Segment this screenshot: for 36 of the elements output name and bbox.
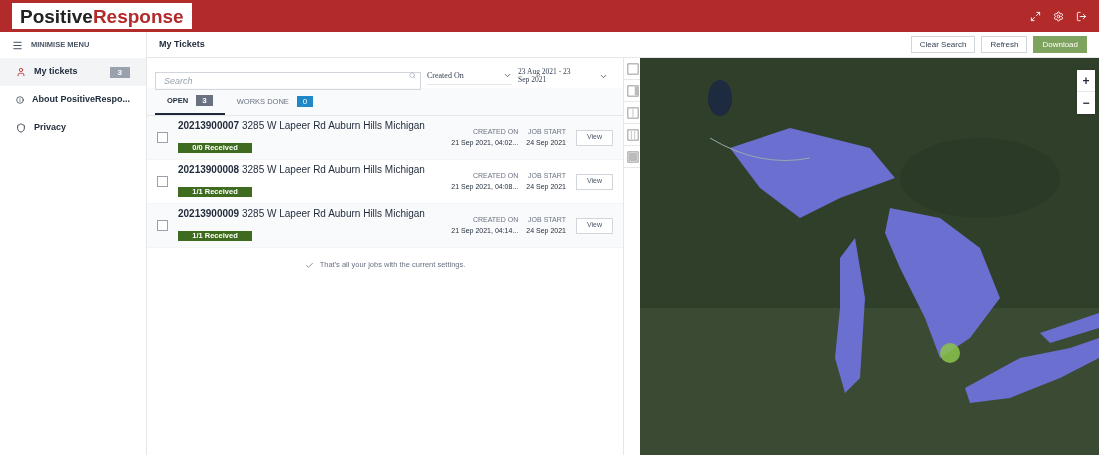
logout-icon[interactable] [1076,10,1087,22]
shield-icon [16,123,26,133]
toolbar-button[interactable]: Refresh [981,36,1028,53]
info-icon [16,95,24,105]
user-icon [16,67,26,77]
zoom-in-button[interactable]: + [1077,70,1095,92]
fullscreen-icon[interactable] [1030,10,1041,22]
ticket-address: 3285 W Lapeer Rd Auburn Hills Michigan [241,208,425,219]
sidebar-item[interactable]: About PositiveRespo... [0,86,146,114]
check-icon [304,260,314,270]
page-title: My Tickets [159,37,205,51]
count-badge: 3 [196,95,213,106]
ticket-address: 3285 W Lapeer Rd Auburn Hills Michigan [241,120,425,131]
sidebar-label: My tickets [34,65,79,79]
count-badge: 0 [296,96,314,107]
search-field[interactable]: Search [155,72,421,90]
sidebar-item[interactable]: Privacy [0,114,146,142]
ticket-number: 20213900008 [178,164,240,175]
row-checkbox[interactable] [157,176,168,187]
toolbar-button[interactable]: Clear Search [910,36,976,53]
sidebar-item[interactable]: My tickets 3 [0,58,146,86]
sidebar-label: Privacy [34,121,68,135]
ticket-address: 3285 W Lapeer Rd Auburn Hills Michigan [241,164,425,175]
zoom-out-button[interactable]: − [1077,92,1095,114]
logo: PositiveResponse [12,3,192,29]
row-checkbox[interactable] [157,220,168,231]
count-badge: 3 [109,66,130,78]
search-icon [409,72,416,79]
row-checkbox[interactable] [157,132,168,143]
settings-icon[interactable] [1053,10,1064,22]
sidebar-label: About PositiveRespo... [32,93,130,107]
chevron-icon [503,71,512,80]
ticket-number: 20213900009 [178,208,240,219]
menu-icon [12,39,23,51]
ticket-number: 20213900007 [178,120,240,131]
sort-dropdown[interactable]: Created On [427,67,512,85]
